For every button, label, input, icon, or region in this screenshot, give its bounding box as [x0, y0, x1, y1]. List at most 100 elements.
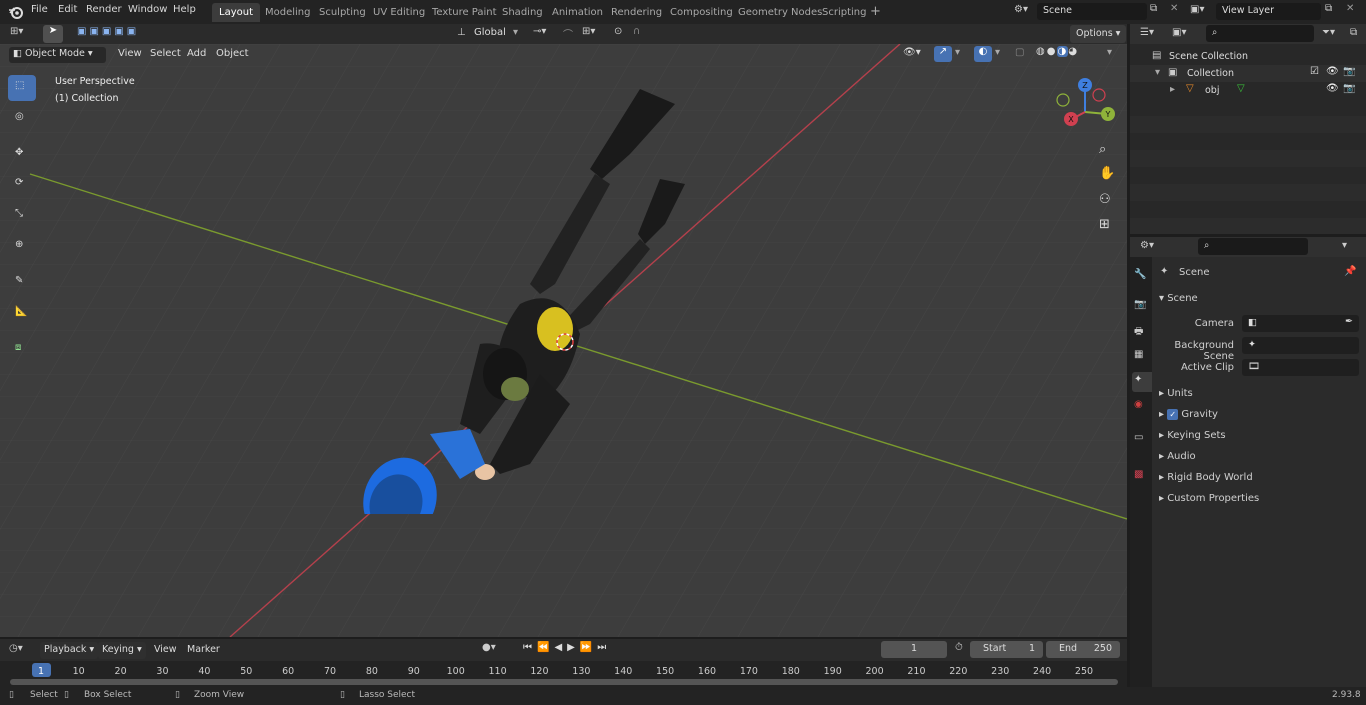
start-frame-field[interactable]: Start 1: [970, 641, 1043, 658]
world-tab-icon[interactable]: ◉: [1134, 399, 1143, 410]
scene-tab-icon[interactable]: ✦: [1132, 372, 1152, 392]
render-tab-icon[interactable]: 📷: [1134, 299, 1146, 310]
expand-arrow-icon[interactable]: ▸: [1170, 84, 1175, 95]
outliner-row-obj[interactable]: ▸ ▽ obj ▽ 👁 📷: [1130, 82, 1366, 99]
display-mode-icon[interactable]: ▣▾: [1172, 27, 1186, 38]
texture-tab-icon[interactable]: ▩: [1134, 469, 1143, 480]
pan-hand-icon[interactable]: ✋: [1099, 166, 1115, 181]
panel-rigid-body-world[interactable]: ▸ Rigid Body World: [1159, 472, 1359, 483]
new-collection-icon[interactable]: ⧉: [1350, 27, 1357, 38]
shading-mode-icons[interactable]: ◍●◑◕: [1036, 46, 1079, 57]
view-layer-tab-icon[interactable]: ▦: [1134, 349, 1143, 360]
menu-edit[interactable]: Edit: [58, 4, 77, 15]
selection-mode-icons[interactable]: ▣▣▣▣▣: [77, 26, 139, 37]
new-scene-icon[interactable]: ⧉: [1150, 3, 1157, 14]
record-icon[interactable]: ●▾: [482, 642, 496, 653]
tab-animation[interactable]: Animation: [545, 3, 610, 22]
3d-viewport[interactable]: Z Y X ⌕ ✋ ⚇ ⊞ User Perspective (1) Colle…: [0, 44, 1127, 637]
tab-sculpting[interactable]: Sculpting: [312, 3, 373, 22]
panel-units[interactable]: ▸ Units: [1159, 388, 1359, 399]
new-view-layer-icon[interactable]: ⧉: [1325, 3, 1332, 14]
end-frame-field[interactable]: End 250: [1046, 641, 1120, 658]
tab-modeling[interactable]: Modeling: [258, 3, 318, 22]
add-cube-tool-icon[interactable]: ⧈: [8, 337, 36, 363]
snap-icon[interactable]: ⌒: [563, 26, 573, 41]
properties-search-input[interactable]: ⌕: [1198, 238, 1308, 255]
view-layer-selector-icon[interactable]: ▣▾: [1190, 4, 1204, 15]
tab-scripting[interactable]: Scripting: [815, 3, 873, 22]
overlays-toggle-icon[interactable]: ◐: [974, 46, 992, 62]
menu-window[interactable]: Window: [128, 4, 167, 15]
remove-view-layer-icon[interactable]: ✕: [1346, 3, 1354, 14]
outliner-search-input[interactable]: ⌕: [1206, 25, 1314, 42]
eye-icon[interactable]: 👁: [1326, 83, 1339, 94]
proportional-edit-icon[interactable]: ⊙: [614, 26, 622, 37]
camera-icon[interactable]: 📷: [1343, 66, 1355, 77]
gizmo-toggle-icon[interactable]: ↗: [934, 46, 952, 62]
xray-icon[interactable]: ▢: [1015, 47, 1024, 58]
output-tab-icon[interactable]: 🖶: [1134, 324, 1143, 341]
camera-field[interactable]: ◧ ✒: [1242, 315, 1359, 332]
falloff-icon[interactable]: ∩: [633, 26, 640, 37]
current-frame-field[interactable]: 1: [881, 641, 947, 658]
panel-scene-header[interactable]: ▾ Scene: [1159, 293, 1198, 304]
chevron-down-icon[interactable]: ▾: [955, 47, 960, 58]
visibility-icon[interactable]: 👁▾: [903, 47, 921, 58]
editor-type-icon[interactable]: ◷▾: [9, 643, 23, 654]
3d-cursor-icon[interactable]: [554, 331, 576, 353]
panel-gravity[interactable]: ▸ ✓ Gravity: [1159, 409, 1359, 420]
select-box-tool[interactable]: ⬚: [8, 75, 36, 101]
pivot-point-icon[interactable]: ⊸▾: [533, 26, 546, 37]
timeline-view-menu[interactable]: View: [154, 644, 177, 655]
editor-type-icon[interactable]: ⊞▾: [10, 26, 23, 37]
tab-rendering[interactable]: Rendering: [604, 3, 669, 22]
tab-texture-paint[interactable]: Texture Paint: [425, 3, 504, 22]
mode-dropdown[interactable]: ◧ Object Mode ▾: [9, 47, 106, 63]
move-tool-icon[interactable]: ✥: [8, 142, 36, 168]
tab-shading[interactable]: Shading: [495, 3, 550, 22]
camera-view-icon[interactable]: ⚇: [1099, 192, 1111, 207]
panel-custom-properties[interactable]: ▸ Custom Properties: [1159, 493, 1359, 504]
snap-target-icon[interactable]: ⊞▾: [582, 26, 595, 37]
menu-view[interactable]: View: [118, 48, 142, 59]
chevron-down-icon[interactable]: ▾: [995, 47, 1000, 58]
select-tool-icon[interactable]: ➤: [43, 25, 63, 43]
editor-type-icon[interactable]: ⚙▾: [1140, 240, 1154, 251]
gravity-checkbox[interactable]: ✓: [1167, 409, 1179, 420]
timeline-marker-menu[interactable]: Marker: [187, 644, 220, 655]
rotate-tool-icon[interactable]: ⟳: [8, 172, 36, 198]
menu-help[interactable]: Help: [173, 4, 196, 15]
editor-type-icon[interactable]: ☰▾: [1140, 27, 1154, 38]
scale-tool-icon[interactable]: ⤡: [8, 203, 36, 229]
pin-icon[interactable]: 📌: [1344, 266, 1356, 277]
keying-menu[interactable]: Keying ▾: [98, 642, 146, 659]
tool-tab-icon[interactable]: 🔧: [1134, 269, 1146, 280]
camera-icon[interactable]: 📷: [1343, 83, 1355, 94]
remove-scene-icon[interactable]: ✕: [1170, 3, 1178, 14]
tab-uv-editing[interactable]: UV Editing: [366, 3, 432, 22]
outliner-row-scene-collection[interactable]: ▤ Scene Collection: [1130, 48, 1366, 65]
transform-orientation-dropdown[interactable]: Global: [474, 27, 506, 38]
filter-icon[interactable]: ⏷▾: [1322, 27, 1335, 38]
expand-arrow-icon[interactable]: ▾: [1155, 67, 1160, 78]
view-layer-field[interactable]: View Layer: [1216, 3, 1321, 20]
navigation-gizmo[interactable]: Z Y X: [1052, 74, 1118, 140]
active-clip-field[interactable]: 🎞: [1242, 359, 1359, 376]
eye-icon[interactable]: 👁: [1326, 66, 1339, 77]
playback-controls[interactable]: ⏮⏪◀▶⏩⏭: [523, 642, 611, 653]
menu-file[interactable]: File: [31, 4, 48, 15]
options-button[interactable]: Options ▾: [1070, 25, 1127, 43]
annotate-tool-icon[interactable]: ✎: [8, 270, 36, 296]
add-workspace-icon[interactable]: +: [870, 4, 881, 19]
scene-name-field[interactable]: Scene: [1037, 3, 1147, 20]
chevron-down-icon[interactable]: ▾: [1342, 240, 1347, 251]
blender-logo-icon[interactable]: [8, 4, 24, 20]
diver-model[interactable]: [340, 84, 700, 514]
outliner-row-collection[interactable]: ▾ ▣ Collection ☑ 👁 📷: [1130, 65, 1366, 82]
collection-tab-icon[interactable]: ▭: [1134, 432, 1143, 443]
menu-select[interactable]: Select: [150, 48, 181, 59]
mesh-data-icon[interactable]: ▽: [1237, 83, 1245, 94]
ortho-grid-icon[interactable]: ⊞: [1099, 217, 1110, 232]
cursor-tool-icon[interactable]: ◎: [8, 106, 36, 132]
tab-layout[interactable]: Layout: [212, 3, 260, 22]
